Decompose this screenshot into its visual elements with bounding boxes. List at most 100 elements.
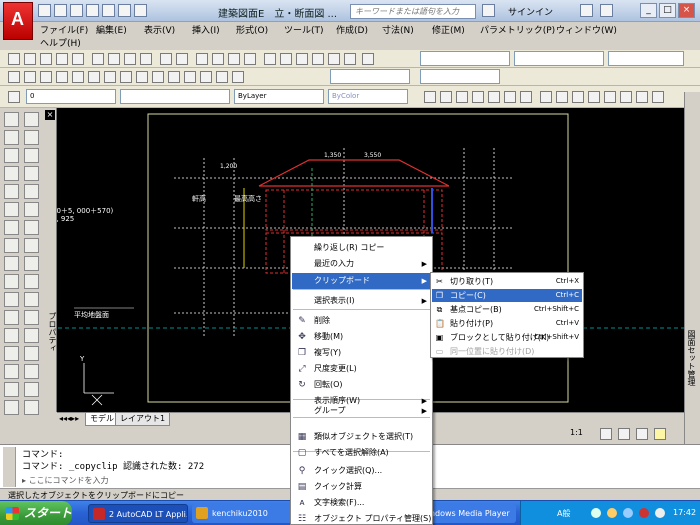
circle-icon[interactable]: [520, 91, 532, 103]
plot-icon[interactable]: [56, 53, 68, 65]
linetype-combo[interactable]: ByLayer: [234, 89, 324, 104]
annotation-visibility-icon[interactable]: [600, 428, 612, 440]
undo-icon[interactable]: [160, 53, 172, 65]
extend-tool-icon[interactable]: [4, 292, 19, 307]
point-icon[interactable]: [604, 91, 616, 103]
tray-icon[interactable]: [591, 508, 601, 518]
block-icon[interactable]: [588, 91, 600, 103]
clipboard-menu-item[interactable]: 📋 貼り付け(P) Ctrl+V: [432, 317, 582, 330]
maximize-button[interactable]: □: [659, 3, 676, 18]
dim-text-edit-icon[interactable]: [216, 71, 228, 83]
center-mark-icon[interactable]: [184, 71, 196, 83]
menu-draw[interactable]: 作成(D): [336, 23, 368, 36]
rotate-tool-icon[interactable]: [4, 220, 19, 235]
tool-palettes-icon[interactable]: [296, 53, 308, 65]
task-folder[interactable]: kenchiku2010: [192, 504, 292, 523]
dim-style-combo[interactable]: [514, 51, 604, 66]
construction-line-icon[interactable]: [440, 91, 452, 103]
copy-tool-icon[interactable]: [4, 130, 19, 145]
sheet-set-panel[interactable]: [684, 92, 700, 444]
tab-nav-arrows-icon[interactable]: ◂◂◂▸▸: [59, 414, 79, 423]
dim-update-icon[interactable]: [232, 71, 244, 83]
hatch-icon[interactable]: [620, 91, 632, 103]
properties-icon[interactable]: [264, 53, 276, 65]
arc-length-icon[interactable]: [40, 71, 52, 83]
join-tool-icon[interactable]: [4, 328, 19, 343]
redo-icon[interactable]: [176, 53, 188, 65]
region-icon[interactable]: [636, 91, 648, 103]
workspace-icon[interactable]: [636, 428, 648, 440]
plotstyle-combo[interactable]: ByColor: [328, 89, 408, 104]
angular-icon[interactable]: [104, 71, 116, 83]
rect-tool-icon[interactable]: [24, 184, 39, 199]
match-properties-icon[interactable]: [140, 53, 152, 65]
close-button[interactable]: ×: [678, 3, 695, 18]
tray-icon[interactable]: [623, 508, 633, 518]
save-icon[interactable]: [70, 4, 83, 17]
context-menu-item[interactable]: 選択表示(I) ▶: [292, 293, 431, 309]
minimize-button[interactable]: _: [640, 3, 657, 18]
context-menu-item[interactable]: ᴀ 文字検索(F)...: [292, 495, 431, 511]
save-as-icon[interactable]: [86, 4, 99, 17]
menu-format[interactable]: 形式(O): [236, 23, 268, 36]
undo-icon[interactable]: [118, 4, 131, 17]
array-tool-icon[interactable]: [4, 184, 19, 199]
properties-tool-icon[interactable]: [4, 400, 19, 415]
context-menu-item[interactable]: クリップボード ▶: [292, 273, 431, 289]
point-tool-icon[interactable]: [24, 328, 39, 343]
stretch-tool-icon[interactable]: [4, 256, 19, 271]
lock-icon[interactable]: [654, 428, 666, 440]
copy-icon[interactable]: [108, 53, 120, 65]
menu-view[interactable]: 表示(V): [144, 23, 175, 36]
text-style-combo[interactable]: [420, 51, 510, 66]
radius-icon[interactable]: [72, 71, 84, 83]
chamfer-tool-icon[interactable]: [4, 346, 19, 361]
baseline-icon[interactable]: [136, 71, 148, 83]
aligned-dim-icon[interactable]: [24, 71, 36, 83]
table-tool-icon[interactable]: [24, 382, 39, 397]
help-icon[interactable]: [362, 53, 374, 65]
open-file-icon[interactable]: [54, 4, 67, 17]
ordinate-icon[interactable]: [56, 71, 68, 83]
menu-insert[interactable]: 挿入(I): [192, 23, 220, 36]
trim-tool-icon[interactable]: [4, 274, 19, 289]
ime-indicator[interactable]: A般: [557, 508, 570, 519]
dim-style-select[interactable]: [330, 69, 410, 84]
gradient-tool-icon[interactable]: [24, 364, 39, 379]
tolerance-icon[interactable]: [168, 71, 180, 83]
ellipse-icon[interactable]: [572, 91, 584, 103]
line-icon[interactable]: [424, 91, 436, 103]
context-menu-item[interactable]: ⤢ 尺度変更(L): [292, 361, 431, 377]
start-button[interactable]: スタート: [0, 501, 72, 525]
dim-edit-icon[interactable]: [200, 71, 212, 83]
context-menu-item[interactable]: ✎ 削除: [292, 313, 431, 329]
save-icon[interactable]: [40, 53, 52, 65]
context-menu-item[interactable]: ✥ 移動(M): [292, 329, 431, 345]
break-tool-icon[interactable]: [4, 310, 19, 325]
search-box[interactable]: [350, 4, 476, 19]
sheet-set-icon[interactable]: [312, 53, 324, 65]
linear-dim-icon[interactable]: [8, 71, 20, 83]
menu-help[interactable]: ヘルプ(H): [40, 36, 81, 49]
offset-tool-icon[interactable]: [4, 166, 19, 181]
polyline-icon[interactable]: [456, 91, 468, 103]
command-window-grip[interactable]: [3, 447, 16, 487]
menu-edit[interactable]: 編集(E): [96, 23, 127, 36]
menu-window[interactable]: ウィンドウ(W): [556, 23, 617, 36]
clipboard-menu-item[interactable]: ⧉ 基点コピー(B) Ctrl+Shift+C: [432, 303, 582, 316]
autocad-logo[interactable]: A: [3, 2, 33, 40]
context-menu-item[interactable]: ↻ 回転(O): [292, 377, 431, 393]
preview-icon[interactable]: [72, 53, 84, 65]
zoom-window-icon[interactable]: [228, 53, 240, 65]
auto-scale-icon[interactable]: [618, 428, 630, 440]
context-menu-item[interactable]: ▦ 類似オブジェクトを選択(T): [292, 429, 431, 445]
workspace-select[interactable]: [420, 69, 500, 84]
task-autocad[interactable]: 2 AutoCAD LT Appli...: [88, 504, 188, 523]
annotation-scale[interactable]: 1:1: [570, 428, 583, 437]
mirror-tool-icon[interactable]: [4, 148, 19, 163]
clipboard-menu-item[interactable]: ❐ コピー(C) Ctrl+C: [432, 289, 582, 302]
menu-file[interactable]: ファイル(F): [40, 23, 88, 36]
paste-icon[interactable]: [124, 53, 136, 65]
menu-parametric[interactable]: パラメトリック(P): [480, 23, 555, 36]
binoculars-icon[interactable]: [482, 4, 495, 17]
